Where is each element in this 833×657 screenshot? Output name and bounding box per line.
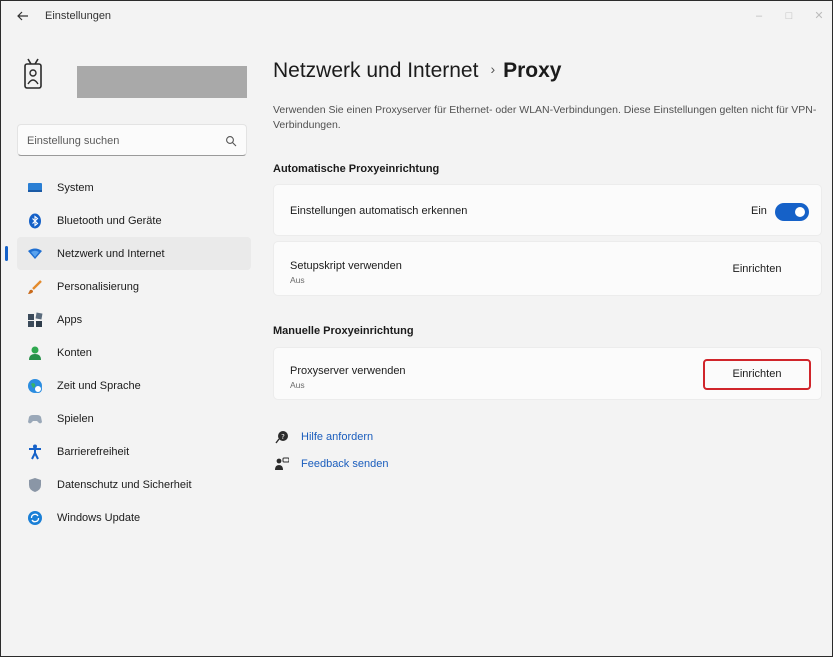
- sidebar-item-label: Spielen: [57, 413, 94, 425]
- update-icon: [27, 510, 43, 526]
- sidebar-item-label: Personalisierung: [57, 281, 139, 293]
- sidebar-item-windows-update[interactable]: Windows Update: [17, 501, 251, 534]
- sidebar-item-label: Konten: [57, 347, 92, 359]
- auto-detect-label: Einstellungen automatisch erkennen: [290, 205, 468, 217]
- sidebar-item-label: Apps: [57, 314, 83, 326]
- shield-icon: [27, 477, 43, 493]
- minimize-button[interactable]: –: [749, 7, 769, 25]
- search-placeholder: Einstellung suchen: [27, 135, 120, 147]
- sidebar-nav: System Bluetooth und Geräte Netzwerk und…: [5, 171, 251, 534]
- sidebar-item-label: Datenschutz und Sicherheit: [57, 479, 192, 491]
- feedback-link-label: Feedback senden: [301, 458, 389, 470]
- proxy-server-label: Proxyserver verwenden: [290, 365, 406, 377]
- section-title-automatic: Automatische Proxyeinrichtung: [273, 163, 440, 175]
- app-title: Einstellungen: [45, 10, 112, 22]
- user-name-redacted: [77, 66, 247, 98]
- sidebar-item-system[interactable]: System: [17, 171, 251, 204]
- setup-script-card: Setupskript verwenden Aus Einrichten: [273, 241, 822, 296]
- sidebar-item-label: Windows Update: [57, 512, 141, 524]
- page-title: Proxy: [503, 59, 562, 82]
- sidebar-item-label: Netzwerk und Internet: [57, 248, 165, 260]
- system-icon: [27, 180, 43, 196]
- setup-script-label: Setupskript verwenden: [290, 260, 402, 272]
- breadcrumb: Netzwerk und Internet › Proxy: [273, 59, 561, 83]
- title-bar: Einstellungen – □ ✕: [1, 1, 832, 35]
- brush-icon: [27, 279, 43, 295]
- settings-window: Einstellungen – □ ✕ Einstellung suchen S…: [0, 0, 833, 657]
- toggle-knob: [795, 207, 805, 217]
- proxy-server-card: Proxyserver verwenden Aus Einrichten: [273, 347, 822, 400]
- apps-icon: [27, 312, 43, 328]
- setup-script-button[interactable]: Einrichten: [703, 254, 811, 285]
- active-indicator: [5, 246, 8, 261]
- network-icon: [27, 246, 43, 262]
- toggle-state-label: Ein: [751, 205, 767, 217]
- account-icon: [27, 345, 43, 361]
- sidebar-item-accounts[interactable]: Konten: [17, 336, 251, 369]
- globe-clock-icon: [27, 378, 43, 394]
- help-icon: ?: [275, 430, 289, 444]
- bluetooth-icon: [27, 213, 43, 229]
- avatar[interactable]: [15, 55, 51, 95]
- feedback-icon: [275, 457, 290, 471]
- sidebar-item-label: Zeit und Sprache: [57, 380, 141, 392]
- sidebar-item-label: Barrierefreiheit: [57, 446, 130, 458]
- setup-script-status: Aus: [290, 275, 305, 285]
- maximize-button[interactable]: □: [779, 7, 799, 25]
- sidebar-item-network[interactable]: Netzwerk und Internet: [5, 237, 251, 270]
- page-description: Verwenden Sie einen Proxyserver für Ethe…: [273, 104, 817, 131]
- breadcrumb-parent[interactable]: Netzwerk und Internet: [273, 59, 478, 82]
- gamepad-icon: [27, 411, 43, 427]
- search-icon: [225, 134, 237, 147]
- proxy-server-button[interactable]: Einrichten: [703, 359, 811, 390]
- section-title-manual: Manuelle Proxyeinrichtung: [273, 325, 414, 337]
- sidebar-item-apps[interactable]: Apps: [17, 303, 251, 336]
- proxy-server-status: Aus: [290, 380, 305, 390]
- sidebar-item-time-language[interactable]: Zeit und Sprache: [17, 369, 251, 402]
- sidebar-item-privacy[interactable]: Datenschutz und Sicherheit: [17, 468, 251, 501]
- sidebar-item-label: Bluetooth und Geräte: [57, 215, 162, 227]
- close-button[interactable]: ✕: [809, 7, 829, 25]
- sidebar-item-gaming[interactable]: Spielen: [17, 402, 251, 435]
- sidebar-item-personalization[interactable]: Personalisierung: [17, 270, 251, 303]
- help-link-label: Hilfe anfordern: [301, 431, 374, 443]
- auto-detect-toggle[interactable]: [775, 203, 809, 221]
- back-arrow-icon[interactable]: [15, 9, 31, 25]
- auto-detect-card: Einstellungen automatisch erkennen Ein: [273, 184, 822, 236]
- search-input[interactable]: Einstellung suchen: [17, 124, 247, 156]
- breadcrumb-separator: ›: [490, 61, 496, 77]
- sidebar-item-bluetooth[interactable]: Bluetooth und Geräte: [17, 204, 251, 237]
- accessibility-icon: [27, 444, 43, 460]
- sidebar-item-label: System: [57, 182, 94, 194]
- sidebar-item-accessibility[interactable]: Barrierefreiheit: [17, 435, 251, 468]
- svg-text:?: ?: [281, 433, 285, 441]
